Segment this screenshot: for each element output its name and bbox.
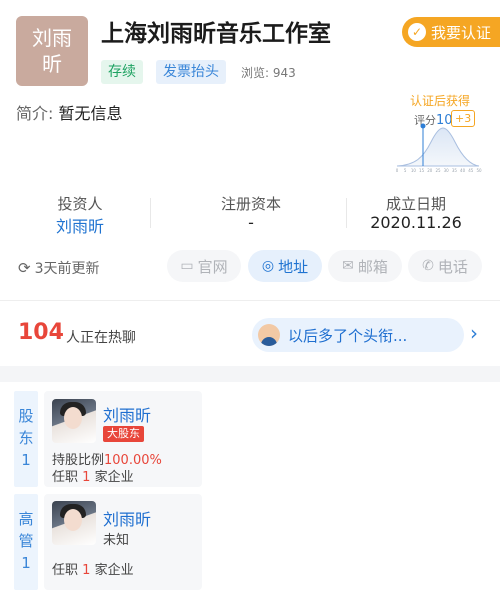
email-button[interactable]: ✉ 邮箱 xyxy=(328,250,402,282)
tab-shareholders-count: 1 xyxy=(21,451,31,469)
intro-value: 暂无信息 xyxy=(58,104,123,123)
invoice-title-tag[interactable]: 发票抬头 xyxy=(156,60,226,84)
chevron-right-icon[interactable]: › xyxy=(470,321,478,345)
chat-message: 以后多了个头衔... xyxy=(288,326,408,345)
score-axis-tick: 40 xyxy=(460,168,466,173)
section-separator xyxy=(0,366,500,382)
shareholder-avatar[interactable] xyxy=(52,399,96,443)
tab-shareholders-char2: 东 xyxy=(18,429,34,447)
mail-icon: ✉ xyxy=(342,258,354,274)
website-button[interactable]: ▭ 官网 xyxy=(167,250,241,282)
divider xyxy=(0,300,500,301)
company-logo: 刘雨 昕 xyxy=(16,16,88,86)
chat-message-pill[interactable]: 以后多了个头衔... xyxy=(252,318,464,352)
stat-founded-label: 成立日期 xyxy=(385,195,446,213)
check-icon: ✓ xyxy=(408,23,426,41)
office-prefix: 任职 xyxy=(52,470,79,485)
score-axis-tick: 30 xyxy=(444,168,450,173)
executive-role: 未知 xyxy=(103,533,130,548)
refresh-icon: ⟳ xyxy=(18,259,31,277)
phone-label: 电话 xyxy=(437,257,468,276)
tab-executives-count: 1 xyxy=(21,554,31,572)
tab-executives-char2: 管 xyxy=(18,532,34,550)
office-prefix: 任职 xyxy=(52,563,79,578)
stat-investor-value[interactable]: 刘雨昕 xyxy=(20,213,140,237)
score-axis-tick: 10 xyxy=(411,168,417,173)
address-button[interactable]: ◎ 地址 xyxy=(248,250,322,282)
score-axis-ticks: 0 5 10 15 20 25 30 35 40 45 50 xyxy=(396,168,482,173)
phone-icon: ✆ xyxy=(422,258,434,274)
company-intro: 简介: 暂无信息 xyxy=(16,100,123,124)
office-count: 1 xyxy=(82,563,91,578)
office-count: 1 xyxy=(82,470,91,485)
score-axis-tick: 20 xyxy=(427,168,433,173)
stat-capital-label: 注册资本 xyxy=(220,195,281,213)
score-axis-tick: 45 xyxy=(468,168,474,173)
office-suffix: 家企业 xyxy=(94,470,134,485)
view-count: 浏览: 943 xyxy=(241,64,296,81)
user-avatar-icon xyxy=(258,324,280,346)
office-suffix: 家企业 xyxy=(94,563,134,578)
score-axis-tick: 50 xyxy=(476,168,482,173)
refresh-text: 3天前更新 xyxy=(34,261,100,277)
view-count-label: 浏览: xyxy=(241,66,270,80)
score-axis-tick: 0 xyxy=(396,168,399,173)
tab-shareholders[interactable]: 股 东 1 xyxy=(14,391,38,487)
claim-certification-label: 我要认证 xyxy=(431,23,492,42)
score-axis-tick: 15 xyxy=(419,168,425,173)
executive-name[interactable]: 刘雨昕 xyxy=(103,506,151,530)
company-name: 上海刘雨昕音乐工作室 xyxy=(101,21,331,47)
score-distribution-curve[interactable]: 0 5 10 15 20 25 30 35 40 45 50 xyxy=(393,108,483,174)
stat-divider xyxy=(150,198,151,228)
website-label: 官网 xyxy=(197,257,228,276)
chat-text: 人正在热聊 xyxy=(66,330,136,346)
certification-badge: 认证后获得 xyxy=(410,94,471,108)
claim-certification-button[interactable]: ✓ 我要认证 xyxy=(402,17,500,47)
view-count-value: 943 xyxy=(272,66,296,80)
stat-investor-label: 投资人 xyxy=(57,195,103,213)
status-tag: 存续 xyxy=(101,60,143,84)
executive-offices: 任职 1 家企业 xyxy=(52,559,134,578)
logo-text-line1: 刘雨 xyxy=(32,26,72,50)
score-axis-tick: 5 xyxy=(404,168,407,173)
address-label: 地址 xyxy=(278,257,309,276)
location-pin-icon: ◎ xyxy=(261,258,275,274)
email-label: 邮箱 xyxy=(357,257,388,276)
tab-executives-char1: 高 xyxy=(18,510,34,528)
tab-shareholders-char1: 股 xyxy=(18,407,34,425)
monitor-icon: ▭ xyxy=(180,258,194,274)
score-axis-tick: 35 xyxy=(452,168,458,173)
tab-executives[interactable]: 高 管 1 xyxy=(14,494,38,590)
executive-avatar[interactable] xyxy=(52,501,96,545)
score-axis-tick: 25 xyxy=(435,168,441,173)
stat-founded-value: 2020.11.26 xyxy=(370,213,462,232)
major-shareholder-badge: 大股东 xyxy=(103,426,144,442)
refresh-status[interactable]: ⟳ 3天前更新 xyxy=(18,258,100,278)
shareholder-offices: 任职 1 家企业 xyxy=(52,466,134,485)
intro-label: 简介: xyxy=(16,104,54,123)
chat-count: 104 xyxy=(18,320,64,345)
stat-capital-value: - xyxy=(248,213,254,232)
stat-divider xyxy=(346,198,347,228)
phone-button[interactable]: ✆ 电话 xyxy=(408,250,482,282)
shareholder-name[interactable]: 刘雨昕 xyxy=(103,402,151,426)
logo-text-line2: 昕 xyxy=(42,52,62,76)
